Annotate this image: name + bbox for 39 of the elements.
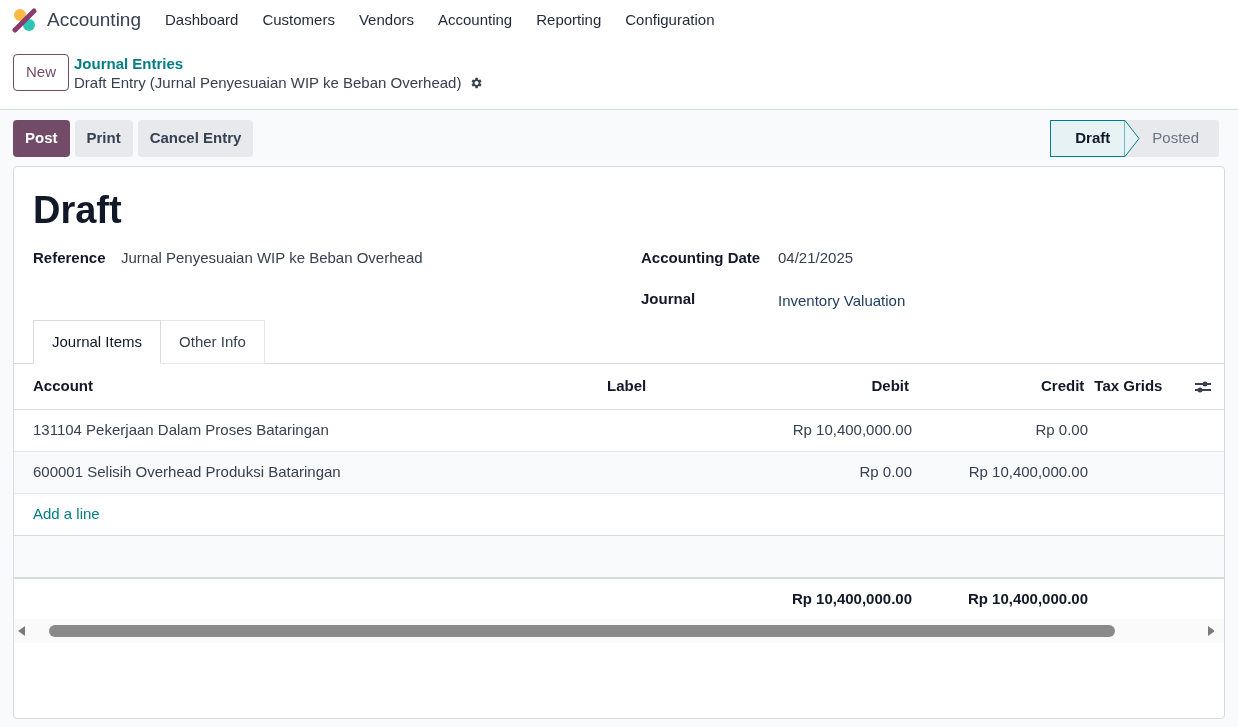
field-label: Reference [33,248,107,268]
total-credit: Rp 10,400,000.00 [966,588,1088,609]
menu-item[interactable]: Vendors [358,8,414,32]
action-button[interactable]: Print [74,120,133,157]
new-button[interactable]: New [13,54,69,91]
tab[interactable]: Journal Items [33,320,162,364]
menu-item[interactable]: Customers [262,8,335,32]
field-value[interactable]: Inventory Valuation [778,289,906,312]
post-button[interactable]: Post [13,120,70,157]
app-name[interactable]: Accounting [47,5,141,35]
column-header[interactable]: Label [607,375,757,398]
table-cell-text: Rp 0.00 [1034,420,1088,441]
menu-item[interactable]: Configuration [625,8,715,32]
field-label: Journal [641,288,697,309]
table-cell-text: Rp 10,400,000.00 [967,462,1088,483]
table-cell-text: 131104 Pekerjaan Dalam Proses Bataringan [32,420,330,441]
breadcrumb-link[interactable]: Journal Entries [74,54,484,73]
action-button[interactable]: Cancel Entry [137,120,254,157]
column-header[interactable]: Credit [908,375,1085,398]
field-value[interactable]: Jurnal Penyesuaian WIP ke Beban Overhead [121,247,423,270]
column-header[interactable]: Tax Grids [1084,375,1194,398]
settings-icon[interactable] [469,75,484,90]
table-cell-text: Rp 10,400,000.00 [791,420,912,441]
tab[interactable]: Other Info [161,320,265,364]
table-cell-text: 600001 Selisih Overhead Produksi Bataringan [32,462,342,483]
column-header[interactable]: Debit [756,375,909,398]
menu-item[interactable]: Reporting [536,8,602,32]
add-line-link[interactable]: Add a line [33,503,100,526]
status-stage[interactable]: Posted [1140,120,1219,157]
menu-item[interactable]: Accounting [438,8,513,32]
field-label: Accounting Date [641,248,762,268]
app-logo-icon[interactable] [12,7,37,33]
field-value[interactable]: 04/21/2025 [778,247,854,270]
table-cell-text: Rp 0.00 [858,462,912,483]
total-debit: Rp 10,400,000.00 [790,588,912,609]
record-title: Draft Entry (Jurnal Penyesuaian WIP ke Beban Overhead) [74,73,462,92]
column-header[interactable]: Account [14,375,607,398]
form-title: Draft [32,188,123,233]
menu-item[interactable]: Dashboard [165,8,239,32]
